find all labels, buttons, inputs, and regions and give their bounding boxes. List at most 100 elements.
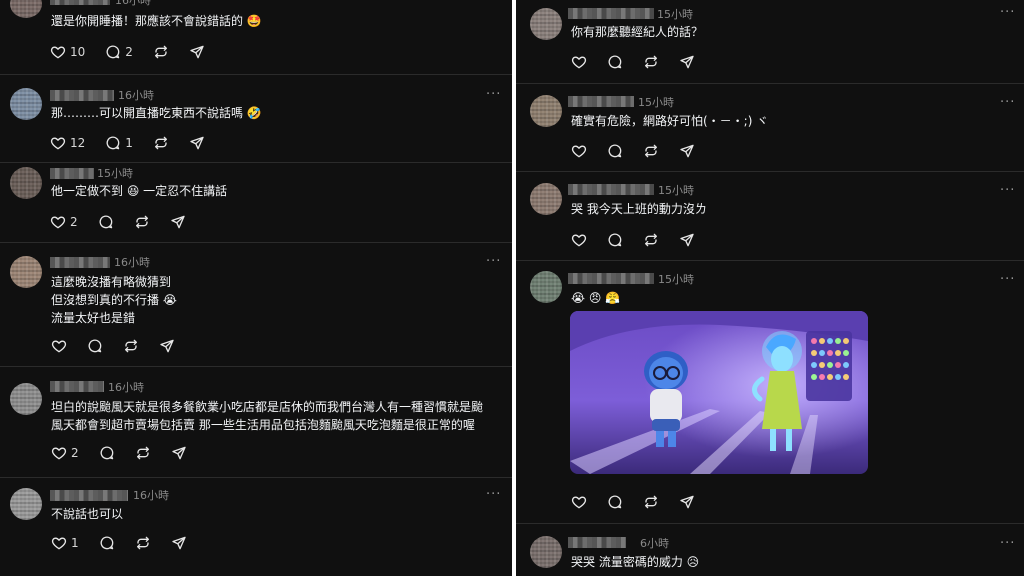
attached-image[interactable] bbox=[570, 311, 868, 474]
post-time: 16小時 bbox=[118, 89, 154, 102]
post-text: 哭哭 流量密碼的威力 😥 bbox=[571, 555, 700, 569]
comment-icon bbox=[105, 44, 121, 60]
username-blurred[interactable] bbox=[50, 168, 94, 179]
share-button[interactable] bbox=[159, 338, 175, 354]
comment-icon bbox=[607, 494, 623, 510]
send-icon bbox=[159, 338, 175, 354]
more-options-button[interactable]: ··· bbox=[1000, 537, 1015, 550]
share-button[interactable] bbox=[679, 494, 695, 510]
more-options-button[interactable]: ··· bbox=[1000, 184, 1015, 197]
avatar[interactable] bbox=[10, 88, 42, 120]
avatar[interactable] bbox=[530, 183, 562, 215]
more-options-button[interactable]: ··· bbox=[486, 255, 501, 268]
post-text: 還是你開睡播！那應該不會說錯話的 🤩 bbox=[51, 14, 262, 28]
reply-button[interactable]: 1 bbox=[105, 135, 133, 151]
reply-button[interactable] bbox=[607, 494, 623, 510]
share-button[interactable] bbox=[171, 445, 187, 461]
share-button[interactable] bbox=[679, 232, 695, 248]
like-count: 2 bbox=[70, 215, 78, 229]
post-time: 15小時 bbox=[638, 96, 674, 109]
avatar[interactable] bbox=[530, 8, 562, 40]
username-blurred[interactable] bbox=[568, 96, 634, 107]
avatar[interactable] bbox=[530, 271, 562, 303]
reply-button[interactable] bbox=[607, 54, 623, 70]
send-icon bbox=[679, 54, 695, 70]
like-button[interactable] bbox=[571, 54, 587, 70]
reply-post: 15小時 ··· 哭 我今天上班的動力沒ㄌ bbox=[516, 172, 1024, 261]
like-count: 12 bbox=[70, 136, 86, 150]
repost-button[interactable] bbox=[153, 135, 169, 151]
avatar[interactable] bbox=[10, 488, 42, 520]
share-button[interactable] bbox=[679, 143, 695, 159]
heart-icon bbox=[50, 214, 66, 230]
repost-button[interactable] bbox=[643, 54, 659, 70]
username-blurred[interactable] bbox=[50, 90, 114, 101]
more-options-button[interactable]: ··· bbox=[486, 88, 501, 101]
post-text: 😭 😠 😤 bbox=[571, 291, 621, 305]
avatar[interactable] bbox=[10, 167, 42, 199]
like-button[interactable] bbox=[571, 143, 587, 159]
share-button[interactable] bbox=[189, 135, 205, 151]
more-options-button[interactable]: ··· bbox=[1000, 273, 1015, 286]
share-button[interactable] bbox=[171, 535, 187, 551]
reply-count: 2 bbox=[125, 45, 133, 59]
like-button[interactable] bbox=[571, 232, 587, 248]
username-blurred[interactable] bbox=[50, 381, 104, 392]
like-count: 1 bbox=[71, 536, 79, 550]
share-button[interactable] bbox=[679, 54, 695, 70]
username-blurred[interactable] bbox=[568, 273, 654, 284]
reply-button[interactable] bbox=[607, 232, 623, 248]
like-button[interactable]: 2 bbox=[51, 445, 79, 461]
repost-button[interactable] bbox=[643, 143, 659, 159]
reply-post: 15小時 ··· 你有那麼聽經紀人的話？ bbox=[516, 0, 1024, 84]
repost-icon bbox=[135, 535, 151, 551]
like-button[interactable]: 1 bbox=[51, 535, 79, 551]
comment-icon bbox=[99, 535, 115, 551]
avatar[interactable] bbox=[10, 0, 42, 18]
more-options-button[interactable]: ··· bbox=[486, 488, 501, 501]
repost-button[interactable] bbox=[643, 494, 659, 510]
more-options-button[interactable]: ··· bbox=[1000, 6, 1015, 19]
repost-button[interactable] bbox=[135, 535, 151, 551]
reply-button[interactable] bbox=[607, 143, 623, 159]
repost-button[interactable] bbox=[123, 338, 139, 354]
post-text: 確實有危險，網路好可怕(・－・;) ヾ bbox=[571, 114, 769, 128]
username-blurred[interactable] bbox=[568, 8, 654, 19]
like-button[interactable] bbox=[51, 338, 67, 354]
more-options-button[interactable]: ··· bbox=[486, 0, 501, 5]
repost-button[interactable] bbox=[134, 214, 150, 230]
send-icon bbox=[679, 232, 695, 248]
repost-icon bbox=[643, 54, 659, 70]
share-button[interactable] bbox=[189, 44, 205, 60]
avatar[interactable] bbox=[530, 536, 562, 568]
reply-button[interactable]: 2 bbox=[105, 44, 133, 60]
username-blurred[interactable] bbox=[50, 257, 110, 268]
like-button[interactable]: 10 bbox=[50, 44, 85, 60]
avatar[interactable] bbox=[10, 256, 42, 288]
more-options-button[interactable]: ··· bbox=[1000, 96, 1015, 109]
reply-post: 15小時 他一定做不到 😆 一定忍不住講話 2 bbox=[0, 162, 512, 243]
repost-icon bbox=[153, 44, 169, 60]
username-blurred[interactable] bbox=[50, 0, 110, 5]
reply-button[interactable] bbox=[87, 338, 103, 354]
username-blurred[interactable] bbox=[568, 537, 626, 548]
post-text-line: 坦白的說颱風天就是很多餐飲業小吃店都是店休的而我們台灣人有一種習慣就是颱 bbox=[51, 400, 484, 414]
comment-icon bbox=[98, 214, 114, 230]
repost-button[interactable] bbox=[153, 44, 169, 60]
username-blurred[interactable] bbox=[50, 490, 128, 501]
avatar[interactable] bbox=[10, 383, 42, 415]
action-bar: 12 1 bbox=[50, 134, 225, 152]
avatar[interactable] bbox=[530, 95, 562, 127]
username-blurred[interactable] bbox=[568, 184, 654, 195]
repost-button[interactable] bbox=[135, 445, 151, 461]
reply-button[interactable] bbox=[99, 445, 115, 461]
share-button[interactable] bbox=[170, 214, 186, 230]
like-button[interactable] bbox=[571, 494, 587, 510]
post-text-line: 風天都會到超市賣場包括賣 那一些生活用品包括泡麵颱風天吃泡麵是很正常的喔 bbox=[51, 418, 475, 432]
like-button[interactable]: 2 bbox=[50, 214, 78, 230]
reply-button[interactable] bbox=[99, 535, 115, 551]
heart-icon bbox=[51, 535, 67, 551]
repost-button[interactable] bbox=[643, 232, 659, 248]
reply-button[interactable] bbox=[98, 214, 114, 230]
like-button[interactable]: 12 bbox=[50, 135, 85, 151]
